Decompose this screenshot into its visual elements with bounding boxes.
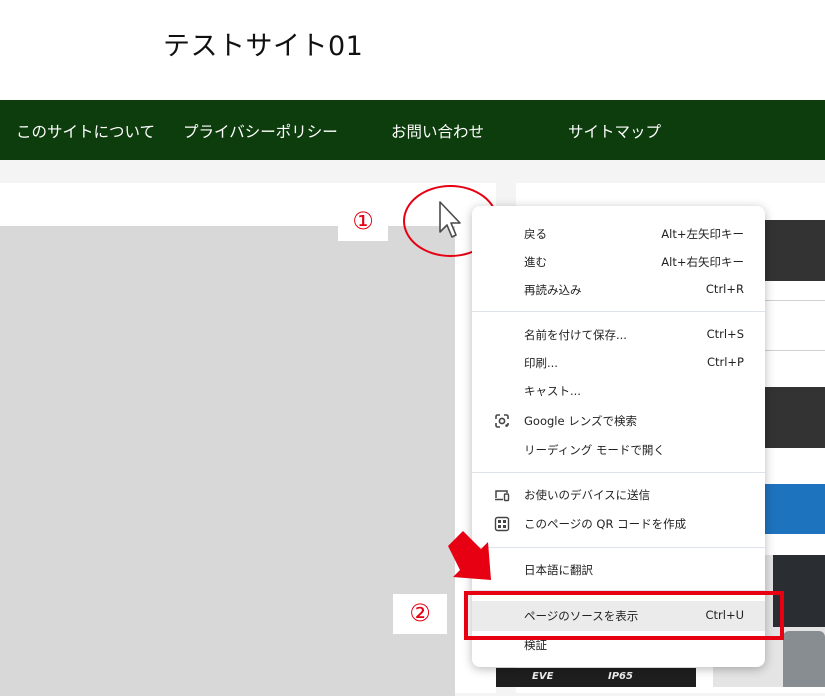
- menu-item-shortcut: Alt+右矢印キー: [661, 255, 744, 269]
- step-2-label: ②: [393, 594, 447, 634]
- site-header: [0, 0, 825, 100]
- featured-image-placeholder[interactable]: [0, 226, 455, 696]
- menu-item-shortcut: Alt+左矢印キー: [661, 227, 744, 241]
- pointer-arrow-icon: [448, 531, 491, 580]
- mouse-cursor-icon: [439, 201, 461, 238]
- menu-item-save-as[interactable]: 名前を付けて保存... Ctrl+S: [472, 321, 765, 349]
- menu-item-shortcut: Ctrl+S: [706, 327, 744, 341]
- menu-item-label: 進む: [524, 255, 547, 269]
- highlight-box: [464, 591, 784, 640]
- site-title[interactable]: テストサイト01: [163, 24, 363, 63]
- menu-item-back[interactable]: 戻る Alt+左矢印キー: [472, 220, 765, 248]
- menu-item-label: Google レンズで検索: [524, 414, 637, 428]
- menu-item-label: このページの QR コードを作成: [524, 517, 687, 531]
- sidebar-widget-header: [760, 220, 825, 281]
- menu-item-label: 戻る: [524, 227, 547, 241]
- sidebar-divider: [760, 350, 825, 351]
- menu-item-shortcut: Ctrl+R: [705, 282, 744, 296]
- menu-item-label: キャスト...: [524, 384, 581, 398]
- menu-item-label: リーディング モードで開く: [524, 443, 665, 457]
- menu-item-reading-mode[interactable]: リーディング モードで開く: [472, 436, 765, 464]
- menu-item-label: 印刷...: [524, 356, 558, 370]
- devices-icon: [495, 490, 510, 502]
- menu-separator: [472, 547, 765, 548]
- sidebar-widget-header: [760, 387, 825, 448]
- step-1-label: ①: [338, 203, 388, 241]
- product-image-strip: EVE IP65: [496, 668, 696, 687]
- lamp-graphic: [783, 631, 825, 687]
- menu-item-forward[interactable]: 進む Alt+右矢印キー: [472, 248, 765, 276]
- menu-item-translate[interactable]: 日本語に翻訳: [472, 556, 765, 584]
- sidebar-banner[interactable]: [760, 484, 825, 534]
- menu-item-send-to-devices[interactable]: お使いのデバイスに送信: [472, 481, 765, 509]
- sidebar-divider: [760, 300, 825, 301]
- product-brand: EVE: [532, 671, 554, 682]
- menu-item-label: 再読み込み: [524, 283, 582, 297]
- menu-separator: [472, 311, 765, 312]
- menu-item-label: お使いのデバイスに送信: [524, 488, 651, 502]
- nav-item-privacy-policy[interactable]: プライバシーポリシー: [183, 120, 338, 142]
- nav-item-about[interactable]: このサイトについて: [16, 120, 155, 142]
- menu-item-shortcut: Ctrl+P: [706, 355, 744, 369]
- menu-separator: [472, 472, 765, 473]
- menu-item-label: 名前を付けて保存...: [524, 328, 627, 342]
- product-rating: IP65: [608, 671, 633, 682]
- menu-item-google-lens[interactable]: Google レンズで検索: [472, 407, 765, 435]
- google-lens-icon: [495, 414, 509, 428]
- menu-item-cast[interactable]: キャスト...: [472, 377, 765, 405]
- nav-item-contact[interactable]: お問い合わせ: [391, 120, 484, 142]
- menu-item-reload[interactable]: 再読み込み Ctrl+R: [472, 276, 765, 304]
- menu-item-label: 日本語に翻訳: [524, 563, 593, 577]
- nav-item-sitemap[interactable]: サイトマップ: [568, 120, 661, 142]
- menu-item-print[interactable]: 印刷... Ctrl+P: [472, 349, 765, 377]
- menu-item-create-qr-code[interactable]: このページの QR コードを作成: [472, 510, 765, 538]
